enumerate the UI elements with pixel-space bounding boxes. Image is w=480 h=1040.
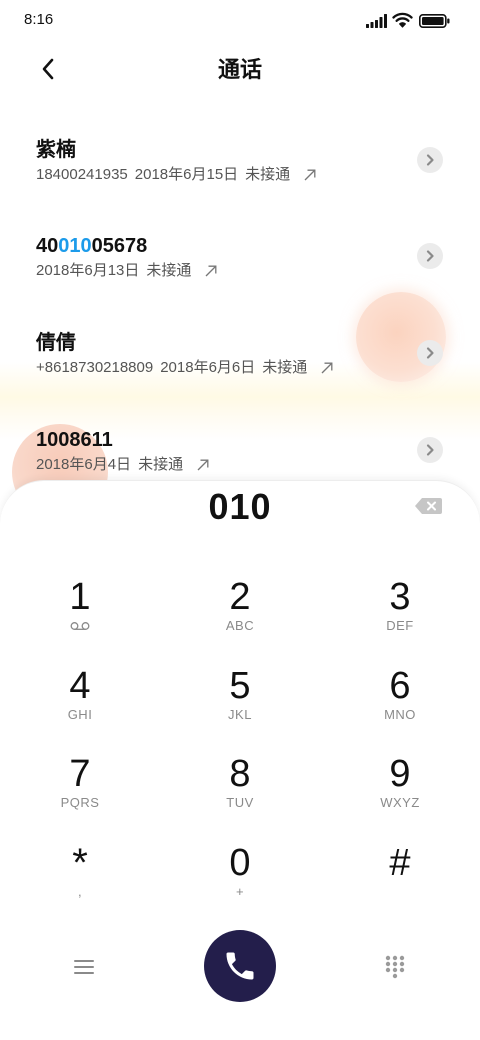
name-prefix: 40 [36, 235, 59, 257]
call-details: 18400241935 2018年6月15日 未接通 [36, 165, 316, 185]
call-details: 2018年6月4日 未接通 [36, 455, 209, 475]
dialpad-panel: 010 1 2 ABC 3 DEF 4 GHI 5 JKL 6 MNO 7 PQ… [0, 480, 480, 1040]
key-letters: GHI [67, 706, 93, 722]
key-letters: WXYZ [380, 795, 420, 810]
key-1[interactable]: 1 [0, 560, 160, 649]
outgoing-arrow-icon [197, 459, 209, 471]
call-date: 2018年6月4日 [36, 456, 132, 473]
key-2[interactable]: 2 ABC [160, 560, 320, 649]
call-item[interactable]: 4001005678 2018年6月13日 未接通 [0, 224, 480, 321]
key-letters: , [77, 883, 83, 899]
key-letters: ABC [225, 618, 255, 633]
name-suffix: 05678 [91, 235, 148, 257]
status-time: 8:16 [24, 11, 54, 28]
key-digit: 9 [389, 753, 411, 795]
contact-name: 4001005678 [36, 234, 147, 258]
chevron-right-icon [426, 347, 434, 359]
call-date: 2018年6月15日 [134, 166, 239, 183]
call-status: 未接通 [262, 359, 308, 376]
call-info-button[interactable] [417, 437, 443, 463]
call-date: 2018年6月13日 [36, 262, 140, 279]
key-digit: 8 [229, 753, 251, 795]
key-digit: 4 [69, 664, 91, 707]
key-star[interactable]: * , [0, 826, 160, 915]
call-info-button[interactable] [417, 340, 443, 366]
chevron-right-icon [426, 154, 434, 166]
chevron-right-icon [426, 250, 434, 262]
key-digit: 5 [229, 664, 251, 707]
key-digit: 0 [229, 841, 251, 884]
key-letters: TUV [226, 795, 254, 810]
key-letters: JKL [228, 706, 252, 722]
key-digit: 7 [69, 753, 91, 795]
keypad: 1 2 ABC 3 DEF 4 GHI 5 JKL 6 MNO 7 PQRS 8… [0, 560, 480, 914]
key-letters: DEF [386, 618, 414, 633]
phone-number: +8618730218809 [36, 359, 154, 376]
key-4[interactable]: 4 GHI [0, 649, 160, 738]
contact-name: 1008611 [36, 429, 113, 451]
outgoing-arrow-icon [205, 265, 217, 277]
call-item[interactable]: 倩倩 +8618730218809 2018年6月6日 未接通 [0, 321, 480, 418]
key-hash[interactable]: # [320, 826, 480, 915]
outgoing-arrow-icon [304, 169, 316, 181]
battery-icon [419, 14, 450, 28]
key-digit: * [72, 840, 88, 885]
contact-name: 倩倩 [36, 332, 76, 354]
call-button[interactable] [204, 930, 276, 1002]
key-5[interactable]: 5 JKL [160, 649, 320, 738]
name-match-highlight: 010 [58, 235, 92, 257]
phone-icon [226, 952, 254, 980]
call-info-button[interactable] [417, 243, 443, 269]
dialed-number-display[interactable]: 010 [0, 486, 480, 528]
key-letters: PQRS [60, 795, 100, 810]
key-digit: 2 [229, 576, 251, 618]
call-date: 2018年6月6日 [160, 359, 256, 376]
key-0[interactable]: 0 + [160, 826, 320, 915]
phone-number: 18400241935 [36, 166, 128, 183]
outgoing-arrow-icon [321, 362, 333, 374]
signal-icon [366, 14, 387, 28]
call-details: 2018年6月13日 未接通 [36, 261, 217, 281]
backspace-icon[interactable] [414, 497, 443, 515]
call-status: 未接通 [146, 262, 192, 279]
dialpad-icon[interactable] [385, 955, 405, 979]
key-8[interactable]: 8 TUV [160, 737, 320, 826]
call-status: 未接通 [245, 166, 291, 183]
key-digit: 1 [69, 576, 91, 618]
key-digit: 6 [389, 664, 411, 707]
call-details: +8618730218809 2018年6月6日 未接通 [36, 358, 333, 378]
key-digit: 3 [389, 576, 411, 618]
contact-name: 紫楠 [36, 139, 76, 161]
wifi-icon [392, 12, 413, 28]
key-letters: MNO [384, 706, 416, 722]
key-3[interactable]: 3 DEF [320, 560, 480, 649]
key-6[interactable]: 6 MNO [320, 649, 480, 738]
call-status: 未接通 [138, 456, 184, 473]
key-9[interactable]: 9 WXYZ [320, 737, 480, 826]
voicemail-icon [70, 622, 90, 630]
call-item[interactable]: 紫楠 18400241935 2018年6月15日 未接通 [0, 128, 480, 225]
page-title: 通话 [217, 57, 262, 82]
chevron-right-icon [426, 444, 434, 456]
key-letters: + [235, 883, 245, 899]
call-info-button[interactable] [417, 147, 443, 173]
menu-icon[interactable] [74, 958, 94, 976]
key-digit: # [389, 841, 411, 884]
key-7[interactable]: 7 PQRS [0, 737, 160, 826]
